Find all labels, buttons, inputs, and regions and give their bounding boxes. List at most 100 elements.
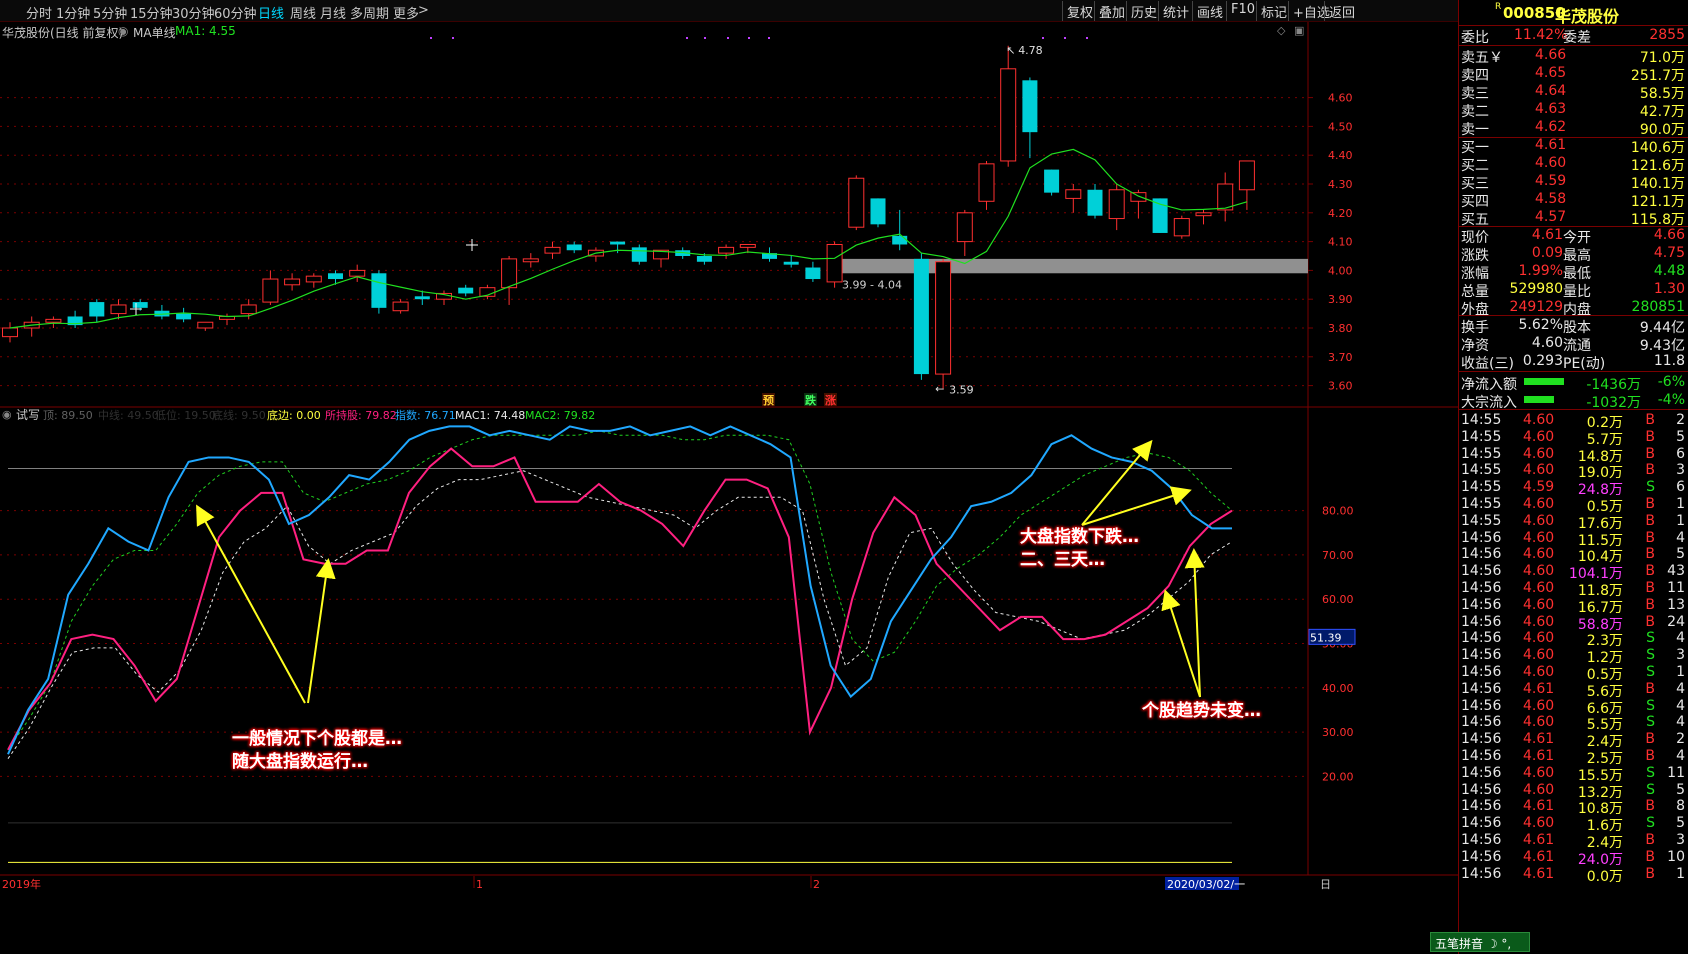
tick-time: 14:56 [1461,865,1502,882]
candle-body-down [870,198,886,225]
quote-value: 4.61 [1531,227,1563,243]
price-tick-label: 4.60 [1328,92,1353,105]
indicator-tick-label: 80.00 [1322,505,1354,518]
tick-count: 2 [1676,731,1685,748]
bid-row: 买四 4.58 121.1万 [1459,190,1688,210]
tick-price: 4.60 [1523,563,1555,580]
ask-price: 4.65 [1535,65,1567,81]
high-arrow-icon: ↖ [1006,44,1015,57]
tick-time: 14:56 [1461,630,1502,647]
marker-dot [768,37,770,39]
margin-flag: R [1495,2,1502,12]
tick-count: 6 [1676,445,1685,462]
tick-count: 4 [1676,680,1685,697]
candle-body-down [805,267,821,280]
annotation-right-top-line1: 大盘指数下跌… [1020,527,1139,547]
candle-body-down [176,313,192,320]
price-tick-label: 3.90 [1328,293,1353,306]
quote-value: 249129 [1509,299,1563,315]
tick-price: 4.60 [1523,580,1555,596]
quote-panel: R 000850 华茂股份 委比 11.42% 委差 2855 卖五￥ 4.66 7… [1458,0,1688,954]
tick-side: B [1645,865,1655,882]
divider [1459,409,1688,410]
tick-count: 10 [1667,848,1685,865]
indicator-value-label: 中线: 49.50 [98,408,159,422]
date-label: 1 [476,878,483,891]
tick-price: 4.60 [1523,613,1555,630]
annotation-left-line2: 随大盘指数运行… [232,752,368,772]
tick-price: 4.60 [1523,412,1555,428]
annotation-arrow [1081,439,1153,526]
tick-time: 14:55 [1461,412,1502,428]
candle-body-up [110,304,127,315]
tick-side: S [1646,781,1655,798]
tick-side: B [1645,731,1655,748]
ma-line-path [9,148,1248,329]
stock-name: 华茂股份 [1555,7,1620,26]
annotation-arrow [196,504,306,704]
price-tick-label: 3.70 [1328,351,1353,364]
tick-time: 14:56 [1461,529,1502,546]
tick-count: 3 [1676,462,1685,479]
tick-price: 4.60 [1523,781,1555,798]
tick-side: S [1646,815,1655,832]
signal-label: 预 [763,393,774,407]
chart-area[interactable]: 4.60 4.50 4.40 4.30 4.20 4.10 4.00 3.90 3.80 3.70… [0,0,1458,954]
bid-row: 买一 4.61 140.6万 [1459,136,1688,156]
flow-row: 净流入额 -1436万 -6% [1459,373,1688,393]
gap-band [838,258,1308,274]
tick-side: S [1646,630,1655,647]
weicha-value: 2855 [1649,27,1685,43]
tick-side: S [1646,764,1655,781]
price-tick-label: 4.40 [1328,149,1353,162]
tick-count: 24 [1667,613,1685,630]
tick-time: 14:56 [1461,714,1502,731]
tick-side: B [1645,445,1655,462]
candle-body-up [392,301,409,312]
date-axis-end-label: 日 [1320,878,1331,891]
stat-label: PE(动) [1563,356,1606,372]
candle-body-down [696,256,712,262]
indicator-value-label: 底边: 0.00 [267,408,321,422]
candle-body-up [349,269,366,277]
stat-value: 0.293 [1522,353,1563,369]
tick-time: 14:56 [1461,781,1502,798]
flow-percent: -4% [1657,392,1685,408]
price-tick-label: 4.30 [1328,178,1353,191]
tick-count: 1 [1676,664,1685,680]
divider [1459,371,1688,372]
candle-body-up [1065,189,1082,199]
bid-price: 4.57 [1535,209,1567,225]
tick-price: 4.60 [1523,462,1555,479]
quote-row: 涨幅 1.99% 最低 4.48 [1459,262,1688,282]
price-tick-label: 3.60 [1328,380,1353,393]
kline-grid [0,22,1458,875]
candle-body-up [197,321,214,329]
window-icon: ▣ [1294,24,1304,37]
annotation-right-top-line2: 二、三天… [1020,550,1105,570]
bid-row: 买二 4.60 121.6万 [1459,154,1688,174]
annotation-arrows [196,439,1205,704]
tick-price: 4.61 [1523,748,1555,764]
tick-price: 4.61 [1523,731,1555,748]
tick-time: 14:56 [1461,596,1502,613]
ime-indicator[interactable]: 五笔拼音 ☽ °, [1430,932,1530,952]
ask-price: 4.63 [1535,101,1567,117]
tick-time: 14:55 [1461,462,1502,479]
tick-time: 14:56 [1461,563,1502,580]
tick-price: 4.60 [1523,697,1555,714]
indicator-value-label: 指数: 76.71 [395,408,456,422]
tick-side: S [1646,714,1655,731]
tick-side: B [1645,680,1655,697]
marker-dot [1042,37,1044,39]
tick-time: 14:56 [1461,848,1502,865]
tick-side: B [1645,462,1655,479]
indicator-tick-label: 60.00 [1322,593,1354,606]
tick-time: 14:55 [1461,512,1502,529]
tick-price: 4.60 [1523,664,1555,680]
tick-time: 14:56 [1461,680,1502,697]
tick-count: 43 [1667,563,1685,580]
indicator-value-label: 底线: 9.50 [212,408,266,422]
candle-body-up [501,258,518,289]
tick-price: 4.60 [1523,647,1555,664]
